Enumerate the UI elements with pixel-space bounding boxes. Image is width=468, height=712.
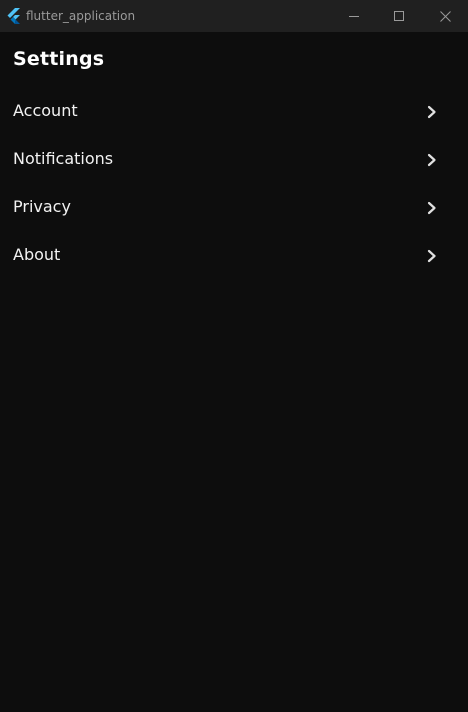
settings-item-label: Notifications: [13, 149, 114, 168]
window-title: flutter_application: [26, 9, 136, 23]
minimize-icon: [349, 16, 359, 17]
page-title: Settings: [13, 48, 105, 70]
chevron-right-icon: [427, 249, 436, 263]
settings-item-label: Privacy: [13, 197, 71, 216]
settings-item-account[interactable]: Account: [0, 88, 468, 136]
chevron-right-icon: [427, 153, 436, 167]
chevron-right-icon: [427, 201, 436, 215]
settings-item-privacy[interactable]: Privacy: [0, 184, 468, 232]
flutter-logo-icon: [7, 8, 20, 24]
app-window: flutter_application Settings Account Not…: [0, 0, 468, 712]
title-bar[interactable]: flutter_application: [0, 0, 468, 32]
settings-item-notifications[interactable]: Notifications: [0, 136, 468, 184]
chevron-right-icon: [427, 105, 436, 119]
maximize-button[interactable]: [376, 0, 422, 32]
settings-item-about[interactable]: About: [0, 232, 468, 280]
close-button[interactable]: [422, 0, 468, 32]
settings-page: Settings Account Notifications Privacy A…: [0, 32, 468, 712]
maximize-icon: [394, 11, 404, 21]
settings-item-label: Account: [13, 101, 78, 120]
settings-item-label: About: [13, 245, 61, 264]
close-icon: [439, 10, 451, 22]
minimize-button[interactable]: [331, 0, 377, 32]
